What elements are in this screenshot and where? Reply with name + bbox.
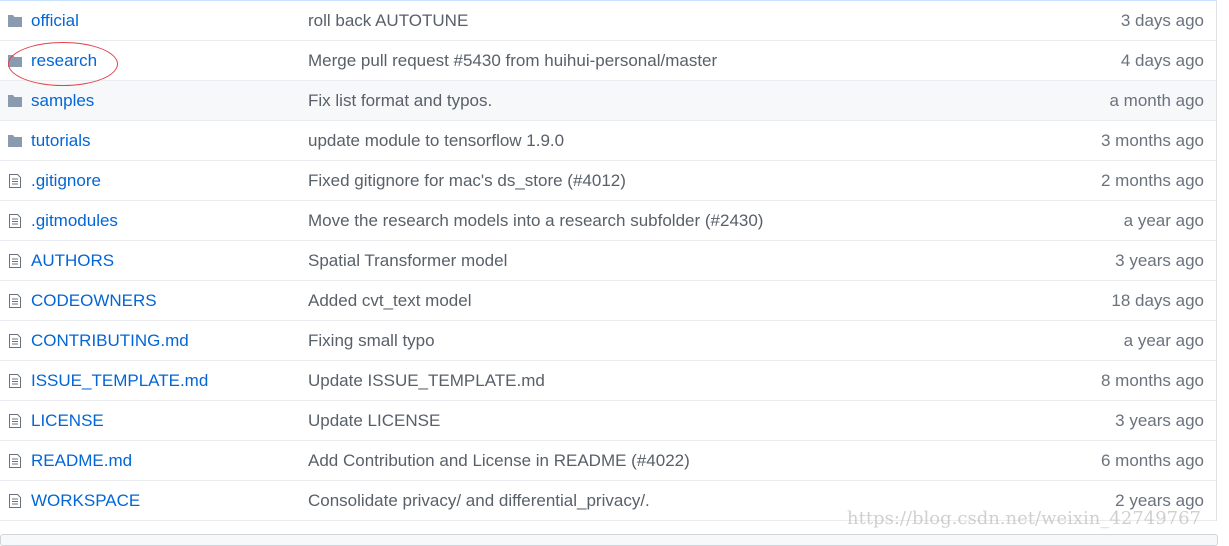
file-row: CODEOWNERS Added cvt_text model 18 days … [0,281,1216,321]
commit-message-link[interactable]: Added cvt_text model [308,291,471,311]
file-row: .gitmodules Move the research models int… [0,201,1216,241]
commit-age: 3 years ago [1115,251,1204,270]
file-row: .gitignore Fixed gitignore for mac's ds_… [0,161,1216,201]
commit-age: a month ago [1109,91,1204,110]
file-name-link[interactable]: research [31,51,97,71]
file-row: samples Fix list format and typos. a mon… [0,81,1216,121]
file-name-link[interactable]: WORKSPACE [31,491,140,511]
file-name-link[interactable]: .gitignore [31,171,101,191]
file-name-link[interactable]: AUTHORS [31,251,114,271]
file-row: AUTHORS Spatial Transformer model 3 year… [0,241,1216,281]
file-icon [7,213,23,229]
commit-age: 2 months ago [1100,171,1204,190]
commit-message-link[interactable]: Merge pull request #5430 from huihui-per… [308,51,717,71]
commit-age: 3 months ago [1100,131,1204,150]
commit-message-link[interactable]: Add Contribution and License in README (… [308,451,690,471]
file-name-link[interactable]: CODEOWNERS [31,291,157,311]
commit-age: 6 months ago [1100,451,1204,470]
file-icon [7,253,23,269]
file-name-link[interactable]: samples [31,91,94,111]
commit-age: 8 months ago [1100,371,1204,390]
commit-message-link[interactable]: Fixing small typo [308,331,435,351]
file-list: official roll back AUTOTUNE 3 days ago r… [0,0,1217,521]
file-name-link[interactable]: LICENSE [31,411,104,431]
file-row: ISSUE_TEMPLATE.md Update ISSUE_TEMPLATE.… [0,361,1216,401]
commit-age: 3 years ago [1115,411,1204,430]
folder-icon [7,133,23,149]
commit-age: 18 days ago [1111,291,1204,310]
commit-age: a year ago [1123,331,1204,350]
file-name-link[interactable]: README.md [31,451,132,471]
file-row: official roll back AUTOTUNE 3 days ago [0,1,1216,41]
file-name-link[interactable]: ISSUE_TEMPLATE.md [31,371,208,391]
commit-message-link[interactable]: Fixed gitignore for mac's ds_store (#401… [308,171,626,191]
commit-age: a year ago [1123,211,1204,230]
commit-message-link[interactable]: update module to tensorflow 1.9.0 [308,131,564,151]
commit-message-link[interactable]: roll back AUTOTUNE [308,11,468,31]
readme-box [0,534,1218,546]
file-row: research Merge pull request #5430 from h… [0,41,1216,81]
file-name-link[interactable]: official [31,11,79,31]
file-row: LICENSE Update LICENSE 3 years ago [0,401,1216,441]
file-icon [7,493,23,509]
file-icon [7,173,23,189]
commit-age: 4 days ago [1120,51,1204,70]
file-name-link[interactable]: .gitmodules [31,211,118,231]
folder-icon [7,13,23,29]
commit-message-link[interactable]: Move the research models into a research… [308,211,763,231]
file-icon [7,293,23,309]
commit-message-link[interactable]: Fix list format and typos. [308,91,492,111]
commit-message-link[interactable]: Update LICENSE [308,411,440,431]
file-name-link[interactable]: tutorials [31,131,91,151]
folder-icon [7,93,23,109]
file-row: CONTRIBUTING.md Fixing small typo a year… [0,321,1216,361]
file-icon [7,413,23,429]
commit-message-link[interactable]: Spatial Transformer model [308,251,507,271]
commit-message-link[interactable]: Update ISSUE_TEMPLATE.md [308,371,545,391]
commit-age: 3 days ago [1120,11,1204,30]
file-icon [7,373,23,389]
commit-message-link[interactable]: Consolidate privacy/ and differential_pr… [308,491,650,511]
watermark: https://blog.csdn.net/weixin_42749767 [847,508,1202,529]
file-icon [7,333,23,349]
file-row: tutorials update module to tensorflow 1.… [0,121,1216,161]
folder-icon [7,53,23,69]
file-name-link[interactable]: CONTRIBUTING.md [31,331,189,351]
file-icon [7,453,23,469]
file-row: README.md Add Contribution and License i… [0,441,1216,481]
